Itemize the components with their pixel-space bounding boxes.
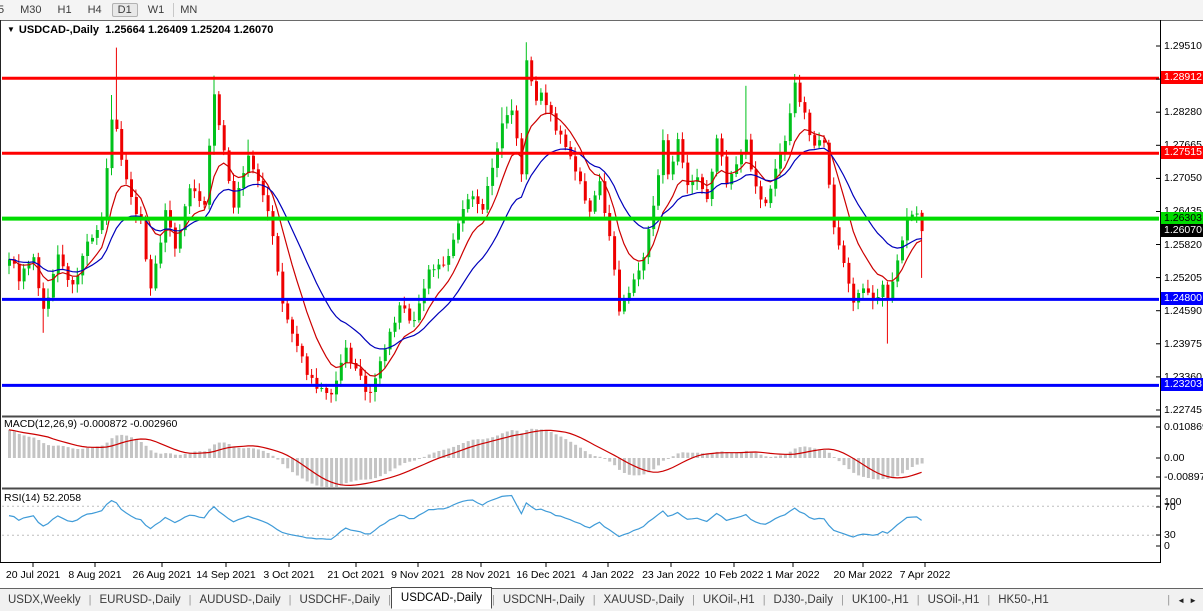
chart-title: ▼ USDCAD-,Daily 1.25664 1.26409 1.25204 1… (7, 24, 273, 36)
date-tick-label: 7 Apr 2022 (900, 569, 951, 581)
price-tick-label: 1.29510 (1164, 40, 1202, 52)
macd-scale-top: 0.010869 (1164, 421, 1203, 433)
price-tick-label: 1.22745 (1164, 404, 1202, 416)
tab-ukoil-h1[interactable]: UKOil-,H1 (695, 592, 763, 608)
level-price-badge: 1.23203 (1161, 378, 1203, 391)
rsi-pane-label: RSI(14) 52.2058 (4, 492, 81, 504)
rsi-scale-70: 70 (1164, 501, 1176, 513)
tab-dj30-daily[interactable]: DJ30-,Daily (766, 592, 841, 608)
timeframe-h4[interactable]: H4 (82, 3, 108, 17)
rsi-scale-0: 0 (1164, 540, 1170, 552)
date-tick-label: 9 Nov 2021 (391, 569, 445, 581)
macd-name: MACD(12,26,9) (4, 418, 77, 430)
macd-values: -0.000872 -0.002960 (80, 418, 178, 430)
date-axis-ticks (33, 563, 925, 567)
rsi-value: 52.2058 (43, 492, 81, 504)
price-tick-label: 1.24590 (1164, 305, 1202, 317)
timeframe-h1[interactable]: H1 (52, 3, 78, 17)
date-tick-label: 21 Oct 2021 (327, 569, 384, 581)
toolbar-separator (173, 3, 174, 17)
rsi-line (9, 496, 922, 540)
timeframe-mn[interactable]: MN (174, 3, 203, 17)
timeframe-5[interactable]: 5 (0, 3, 10, 17)
date-tick-label: 20 Mar 2022 (834, 569, 893, 581)
candlestick-series (8, 42, 924, 403)
chart-plot-area[interactable] (0, 0, 1203, 611)
tabs-scroll-left-arrow[interactable]: ◄ (1177, 596, 1185, 605)
tab-usdcnh-daily[interactable]: USDCNH-,Daily (495, 592, 593, 608)
price-tick-label: 1.25820 (1164, 239, 1202, 251)
timeframe-m30[interactable]: M30 (14, 3, 47, 17)
macd-histogram (8, 429, 924, 488)
chart-symbol-label: USDCAD-,Daily (19, 24, 99, 36)
price-tick-label: 1.27050 (1164, 172, 1202, 184)
rsi-levels (2, 506, 1159, 535)
date-tick-label: 10 Feb 2022 (705, 569, 764, 581)
trading-terminal-window: 5 M30 H1 H4 D1 W1MN ▼ USDCAD-,Daily 1.25664 1.… (0, 0, 1203, 611)
tab-usdchf-daily[interactable]: USDCHF-,Daily (292, 592, 389, 608)
current-price-badge: 1.26070 (1161, 224, 1203, 237)
date-tick-label: 20 Jul 2021 (6, 569, 60, 581)
level-price-badge: 1.24800 (1161, 292, 1203, 305)
tab-hk50-h1[interactable]: HK50-,H1 (990, 592, 1057, 608)
tab-audusd-daily[interactable]: AUDUSD-,Daily (192, 592, 289, 608)
tab-usdcad-daily[interactable]: USDCAD-,Daily (391, 587, 492, 609)
level-price-badge: 1.28912 (1161, 71, 1203, 84)
price-axis-ticks (1156, 46, 1160, 546)
tabs-scroll-right-arrow[interactable]: ► (1189, 596, 1197, 605)
tab-scroll-arrows: | ◄ ► (1161, 589, 1200, 611)
price-tick-label: 1.23975 (1164, 338, 1202, 350)
tab-uk100-h1[interactable]: UK100-,H1 (844, 592, 917, 608)
tab-arrows-separator: | (1167, 594, 1170, 606)
date-tick-label: 14 Sep 2021 (196, 569, 256, 581)
chart-frame (0, 20, 1203, 563)
tab-usdx-weekly[interactable]: USDX,Weekly (0, 592, 89, 608)
tab-usoil-h1[interactable]: USOil-,H1 (920, 592, 988, 608)
timeframe-w1[interactable]: W1 (142, 3, 171, 17)
timeframe-toolbar: 5 M30 H1 H4 D1 W1MN (0, 0, 1203, 20)
level-price-badge: 1.27515 (1161, 146, 1203, 159)
date-tick-label: 23 Jan 2022 (642, 569, 700, 581)
rsi-name: RSI(14) (4, 492, 40, 504)
date-tick-label: 4 Jan 2022 (582, 569, 634, 581)
symbol-tab-bar: USDX,Weekly|EURUSD-,Daily|AUDUSD-,Daily|… (0, 588, 1203, 611)
date-tick-label: 16 Dec 2021 (516, 569, 576, 581)
tab-eurusd-daily[interactable]: EURUSD-,Daily (92, 592, 189, 608)
date-tick-label: 26 Aug 2021 (133, 569, 192, 581)
chart-ohlc-values: 1.25664 1.26409 1.25204 1.26070 (105, 24, 273, 36)
tab-xauusd-daily[interactable]: XAUUSD-,Daily (596, 592, 693, 608)
date-tick-label: 3 Oct 2021 (263, 569, 314, 581)
chart-expand-icon[interactable]: ▼ (7, 25, 15, 34)
macd-scale-bottom: -0.008975 (1164, 471, 1203, 483)
price-tick-label: 1.25205 (1164, 272, 1202, 284)
date-tick-label: 1 Mar 2022 (766, 569, 819, 581)
timeframe-d1[interactable]: D1 (112, 3, 138, 17)
macd-pane-label: MACD(12,26,9) -0.000872 -0.002960 (4, 418, 177, 430)
date-tick-label: 8 Aug 2021 (68, 569, 121, 581)
date-tick-label: 28 Nov 2021 (451, 569, 511, 581)
macd-scale-zero: 0.00 (1164, 452, 1184, 464)
price-tick-label: 1.28280 (1164, 106, 1202, 118)
